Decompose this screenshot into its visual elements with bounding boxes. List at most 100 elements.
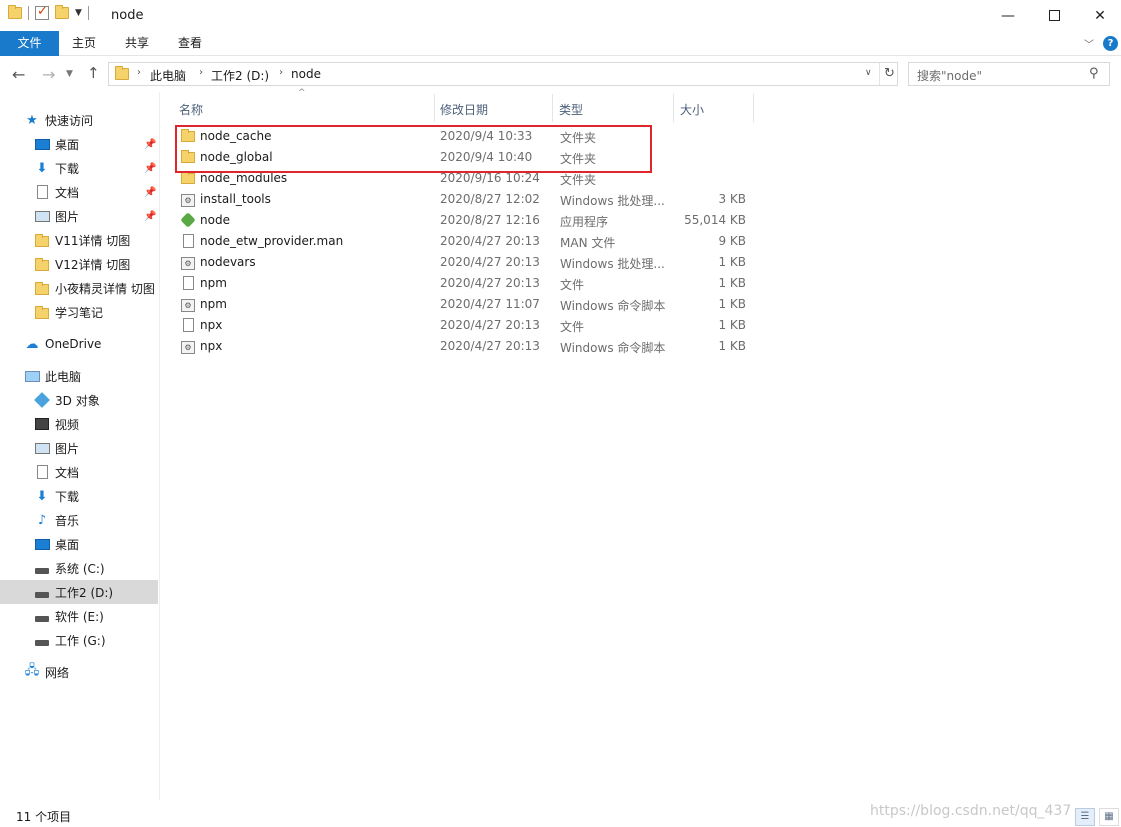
breadcrumb-drive-d[interactable]: 工作2 (D:) (211, 67, 269, 84)
properties-icon[interactable] (35, 4, 49, 20)
breadcrumb-node[interactable]: node (291, 67, 321, 81)
address-bar[interactable]: › 此电脑 › 工作2 (D:) › node ∨ ↻ (108, 62, 898, 86)
file-date: 2020/8/27 12:16 (440, 213, 540, 227)
maximize-button[interactable] (1031, 0, 1077, 31)
customize-toolbar-chevron-icon[interactable]: ▼ (75, 8, 82, 18)
breadcrumb-chevron-icon[interactable]: › (137, 67, 141, 78)
computer-icon (24, 370, 40, 382)
document-icon (36, 185, 48, 199)
breadcrumb-chevron-icon[interactable]: › (279, 67, 283, 78)
breadcrumb-this-pc[interactable]: 此电脑 (150, 67, 186, 84)
details-view-icon[interactable]: ☰ (1075, 808, 1095, 826)
watermark: https://blog.csdn.net/qq_437 (870, 803, 1072, 819)
column-header-date[interactable]: 修改日期 (434, 98, 552, 122)
file-size: 9 KB (718, 234, 746, 248)
sidebar-item-pc-documents[interactable]: 文档 (0, 460, 158, 484)
pin-icon[interactable]: 📌 (144, 211, 156, 222)
sidebar-item-onedrive[interactable]: ☁ OneDrive (0, 332, 158, 356)
file-date: 2020/4/27 20:13 (440, 234, 540, 248)
tab-file[interactable]: 文件 (0, 31, 59, 56)
file-name: nodevars (200, 255, 256, 269)
recent-locations-chevron-icon[interactable]: ▼ (66, 69, 73, 79)
sidebar-item-pc-pictures[interactable]: 图片 (0, 436, 158, 460)
sidebar-item-music[interactable]: ♪ 音乐 (0, 508, 158, 532)
sidebar-item-drive-g[interactable]: 工作 (G:) (0, 628, 158, 652)
sidebar-item-label: 网络 (45, 665, 70, 680)
sidebar-item-pictures[interactable]: 图片 📌 (0, 204, 158, 228)
navigation-pane: ★ 快速访问 桌面 📌 ⬇ 下载 📌 文档 📌 图片 📌 V11详情 切图 V1… (0, 92, 160, 800)
search-input[interactable]: 搜索"node" ⚲ (908, 62, 1110, 86)
item-count: 11 个项目 (16, 810, 72, 824)
address-history-chevron-icon[interactable]: ∨ (865, 68, 872, 78)
sidebar-item-drive-d[interactable]: 工作2 (D:) (0, 580, 158, 604)
new-folder-icon[interactable] (55, 5, 69, 19)
sidebar-item-xiaoye[interactable]: 小夜精灵详情 切图 (0, 276, 158, 300)
sidebar-item-documents[interactable]: 文档 📌 (0, 180, 158, 204)
refresh-icon[interactable]: ↻ (879, 63, 899, 85)
network-icon: 🖧 (24, 663, 40, 678)
sidebar-item-v11[interactable]: V11详情 切图 (0, 228, 158, 252)
sidebar-item-label: 桌面 (55, 137, 80, 152)
sidebar-item-label: 小夜精灵详情 切图 (55, 281, 155, 296)
minimize-button[interactable]: — (985, 0, 1031, 31)
pin-icon[interactable]: 📌 (144, 163, 156, 174)
column-header-size[interactable]: 大小 (674, 98, 752, 122)
sidebar-item-3d-objects[interactable]: 3D 对象 (0, 388, 158, 412)
file-name: npm (200, 276, 227, 290)
up-arrow-icon[interactable]: ↑ (87, 64, 100, 82)
sidebar-item-drive-e[interactable]: 软件 (E:) (0, 604, 158, 628)
file-size: 1 KB (718, 276, 746, 290)
file-date: 2020/4/27 20:13 (440, 255, 540, 269)
sidebar-item-desktop[interactable]: 桌面 📌 (0, 132, 158, 156)
search-icon[interactable]: ⚲ (1089, 66, 1099, 81)
large-icons-view-icon[interactable]: ▦ (1099, 808, 1119, 826)
quick-access-toolbar: ▼ (8, 4, 89, 20)
sidebar-item-drive-c[interactable]: 系统 (C:) (0, 556, 158, 580)
table-row[interactable]: node 2020/8/27 12:16 应用程序 55,014 KB (175, 210, 755, 231)
sidebar-item-notes[interactable]: 学习笔记 (0, 300, 158, 324)
table-row[interactable]: ⚙ npx 2020/4/27 20:13 Windows 命令脚本 1 KB (175, 336, 755, 357)
breadcrumb-chevron-icon[interactable]: › (199, 67, 203, 78)
sidebar-item-downloads[interactable]: ⬇ 下载 📌 (0, 156, 158, 180)
sidebar-item-label: 工作2 (D:) (55, 585, 114, 600)
file-type: Windows 批处理... (560, 194, 665, 208)
sidebar-item-network[interactable]: 🖧 网络 (0, 660, 158, 684)
table-row[interactable]: ⚙ install_tools 2020/8/27 12:02 Windows … (175, 189, 755, 210)
file-size: 1 KB (718, 339, 746, 353)
help-icon[interactable]: ? (1103, 36, 1118, 51)
column-divider[interactable] (753, 94, 754, 122)
table-row[interactable]: npm 2020/4/27 20:13 文件 1 KB (175, 273, 755, 294)
tab-view[interactable]: 查看 (166, 31, 214, 56)
column-header-name[interactable]: 名称 (173, 98, 431, 122)
tab-share[interactable]: 共享 (113, 31, 161, 56)
sidebar-item-label: 快速访问 (45, 113, 94, 128)
sidebar-item-label: OneDrive (45, 337, 102, 351)
file-name: npx (200, 318, 223, 332)
table-row[interactable]: ⚙ nodevars 2020/4/27 20:13 Windows 批处理..… (175, 252, 755, 273)
sidebar-item-v12[interactable]: V12详情 切图 (0, 252, 158, 276)
sidebar-item-pc-desktop[interactable]: 桌面 (0, 532, 158, 556)
table-row[interactable]: ⚙ npm 2020/4/27 11:07 Windows 命令脚本 1 KB (175, 294, 755, 315)
picture-icon (34, 210, 50, 222)
file-size: 1 KB (718, 297, 746, 311)
sidebar-item-videos[interactable]: 视频 (0, 412, 158, 436)
node-app-icon (180, 212, 196, 228)
back-arrow-icon[interactable]: ← (12, 65, 25, 84)
table-row[interactable]: node_etw_provider.man 2020/4/27 20:13 MA… (175, 231, 755, 252)
column-header-type[interactable]: 类型 (553, 98, 673, 122)
ribbon-tabs: 文件 主页 共享 查看 ﹀ ? (0, 31, 1121, 56)
close-button[interactable]: ✕ (1077, 0, 1121, 31)
tab-home[interactable]: 主页 (60, 31, 108, 56)
pin-icon[interactable]: 📌 (144, 139, 156, 150)
sidebar-item-pc-downloads[interactable]: ⬇ 下载 (0, 484, 158, 508)
pin-icon[interactable]: 📌 (144, 187, 156, 198)
sidebar-item-this-pc[interactable]: 此电脑 (0, 364, 158, 388)
folder-icon (35, 305, 49, 319)
sidebar-item-quick-access[interactable]: ★ 快速访问 (0, 108, 158, 132)
expand-ribbon-chevron-icon[interactable]: ﹀ (1084, 36, 1094, 51)
forward-arrow-icon[interactable]: → (42, 65, 55, 84)
file-type: 文件 (560, 278, 585, 292)
annotation-highlight-box (175, 125, 652, 173)
download-icon: ⬇ (36, 488, 48, 504)
table-row[interactable]: npx 2020/4/27 20:13 文件 1 KB (175, 315, 755, 336)
